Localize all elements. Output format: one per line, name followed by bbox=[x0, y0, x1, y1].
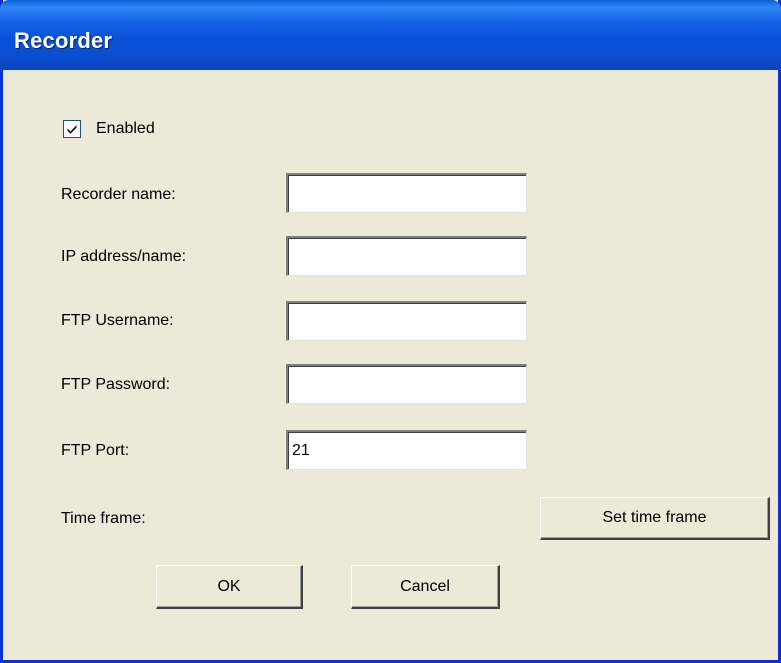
title-bar[interactable]: Recorder bbox=[0, 0, 781, 70]
ftp-username-label: FTP Username: bbox=[61, 312, 174, 329]
checkmark-icon bbox=[67, 125, 77, 134]
window-title: Recorder bbox=[14, 28, 113, 53]
recorder-dialog: Recorder Enabled Recorder name: IP addre… bbox=[0, 0, 781, 663]
ftp-port-input[interactable] bbox=[286, 430, 527, 470]
ftp-port-label: FTP Port: bbox=[61, 442, 130, 459]
ftp-password-label: FTP Password: bbox=[61, 376, 171, 393]
ip-address-label: IP address/name: bbox=[61, 248, 187, 265]
dialog-content: Enabled Recorder name: IP address/name: … bbox=[3, 70, 778, 660]
enabled-label[interactable]: Enabled bbox=[96, 120, 155, 138]
time-frame-label: Time frame: bbox=[61, 510, 146, 527]
recorder-name-input[interactable] bbox=[286, 173, 527, 213]
ok-button[interactable]: OK bbox=[156, 565, 303, 609]
ftp-username-input[interactable] bbox=[286, 301, 527, 341]
ftp-password-input[interactable] bbox=[286, 364, 527, 404]
set-time-frame-button[interactable]: Set time frame bbox=[540, 497, 770, 540]
ip-address-input[interactable] bbox=[286, 236, 527, 276]
recorder-name-label: Recorder name: bbox=[61, 186, 176, 203]
enabled-checkbox[interactable] bbox=[63, 120, 81, 138]
cancel-button[interactable]: Cancel bbox=[351, 565, 500, 609]
